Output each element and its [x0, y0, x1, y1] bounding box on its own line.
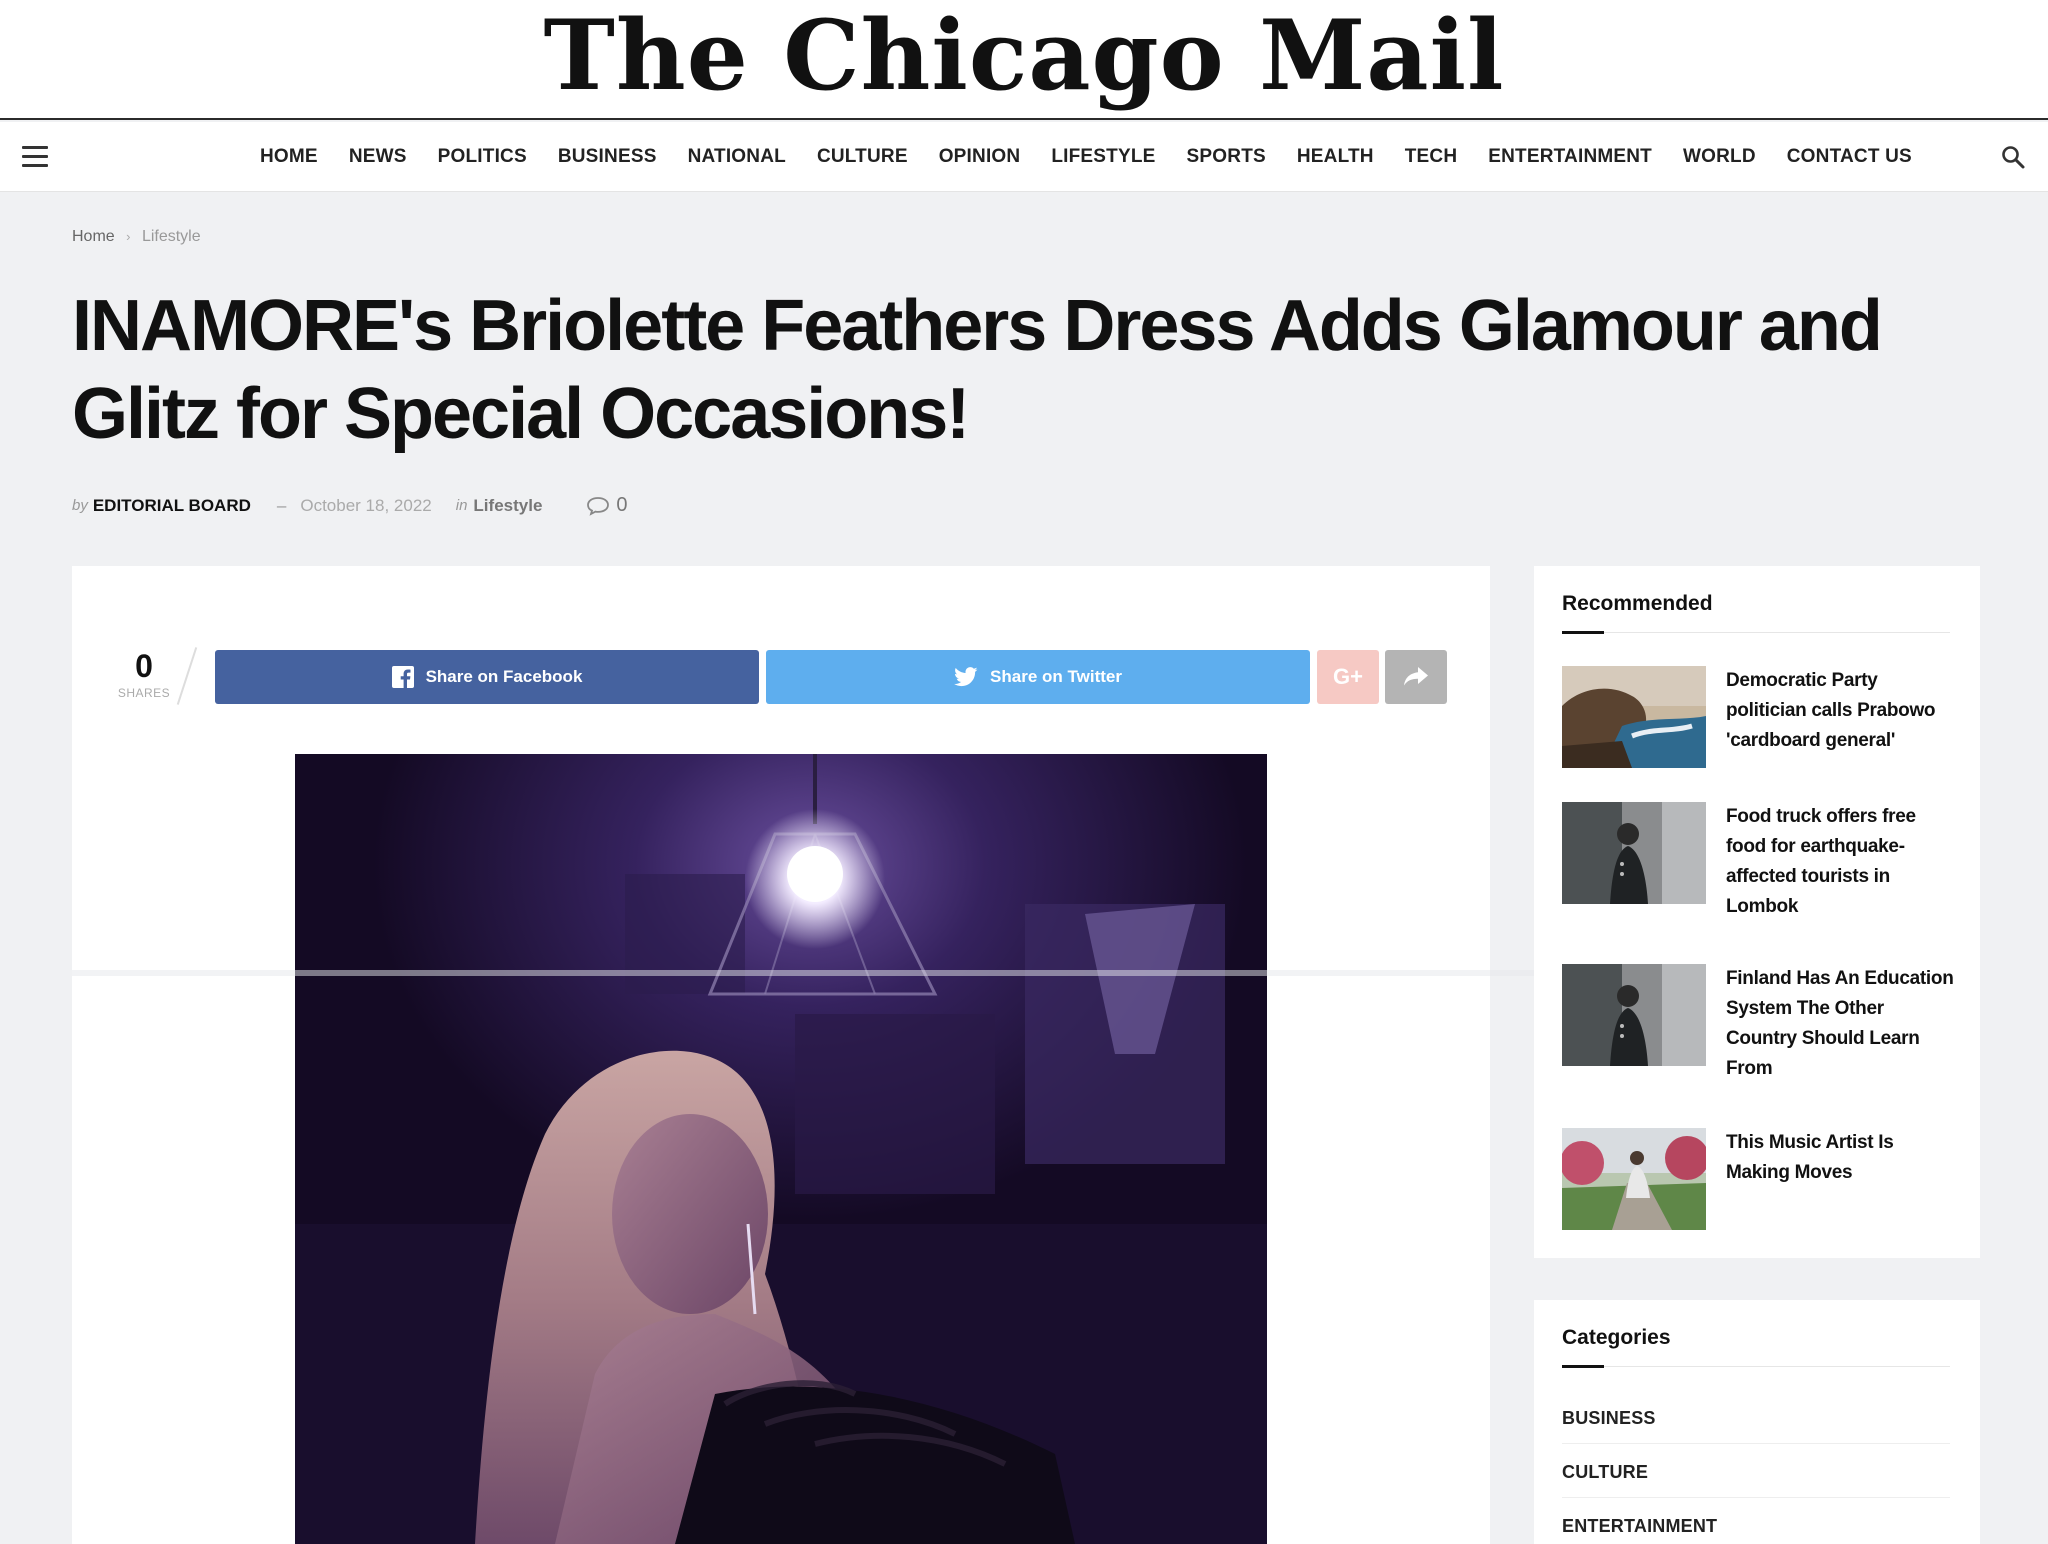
nav-item-opinion[interactable]: OPINION	[939, 146, 1021, 168]
nav-menu: HOME NEWS POLITICS BUSINESS NATIONAL CUL…	[260, 122, 1912, 192]
recommended-item-title[interactable]: Food truck offers free food for earthqua…	[1726, 802, 1954, 922]
twitter-icon	[954, 667, 978, 687]
nav-item-lifestyle[interactable]: LIFESTYLE	[1051, 146, 1155, 168]
nav-item-home[interactable]: HOME	[260, 146, 318, 168]
breadcrumb: Home › Lifestyle	[72, 228, 201, 246]
article-body: 0 SHARES Share on Facebook Share on Twit…	[72, 566, 1490, 1544]
coastal-rocks-thumbnail[interactable]	[1562, 666, 1706, 768]
recommended-widget: Recommended Democratic Party politician …	[1534, 566, 1980, 1258]
share-googleplus-button[interactable]: G+	[1317, 650, 1379, 704]
breadcrumb-home[interactable]: Home	[72, 228, 115, 245]
woman-on-path-thumbnail[interactable]	[1562, 1128, 1706, 1230]
widget-divider	[1562, 1365, 1950, 1368]
share-twitter-label: Share on Twitter	[990, 667, 1122, 686]
recommended-title: Recommended	[1562, 592, 1713, 615]
recommended-item-title[interactable]: Finland Has An Education System The Othe…	[1726, 964, 1954, 1084]
author-link[interactable]: EDITORIAL BOARD	[93, 496, 251, 516]
share-facebook-button[interactable]: Share on Facebook	[215, 650, 759, 704]
share-more-button[interactable]	[1385, 650, 1447, 704]
nav-item-tech[interactable]: TECH	[1405, 146, 1458, 168]
comments-link[interactable]: 0	[586, 494, 628, 517]
nav-item-entertainment[interactable]: ENTERTAINMENT	[1488, 146, 1652, 168]
recommended-item[interactable]: Food truck offers free food for earthqua…	[1562, 802, 1952, 917]
chevron-right-icon: ›	[126, 229, 131, 244]
share-facebook-label: Share on Facebook	[425, 667, 583, 686]
share-count-label: SHARES	[117, 686, 171, 700]
recommended-item[interactable]: Finland Has An Education System The Othe…	[1562, 964, 1954, 1079]
man-in-coat-thumbnail[interactable]	[1562, 802, 1706, 904]
meta-separator: –	[276, 495, 287, 515]
nav-item-contact-us[interactable]: CONTACT US	[1787, 146, 1912, 168]
share-divider	[176, 647, 198, 705]
nav-item-politics[interactable]: POLITICS	[438, 146, 527, 168]
by-label: by	[72, 497, 88, 514]
nav-item-health[interactable]: HEALTH	[1297, 146, 1374, 168]
article-meta: by EDITORIAL BOARD – October 18, 2022 in…	[72, 494, 628, 517]
category-item-business[interactable]: BUSINESS	[1562, 1408, 1950, 1444]
nav-item-national[interactable]: NATIONAL	[688, 146, 786, 168]
category-item-culture[interactable]: CULTURE	[1562, 1462, 1950, 1498]
nav-item-news[interactable]: NEWS	[349, 146, 407, 168]
recommended-item[interactable]: Democratic Party politician calls Prabow…	[1562, 666, 1952, 768]
nav-item-business[interactable]: BUSINESS	[558, 146, 657, 168]
share-twitter-button[interactable]: Share on Twitter	[766, 650, 1310, 704]
publish-date: October 18, 2022	[300, 495, 432, 515]
in-label: in	[455, 497, 468, 514]
comment-count: 0	[616, 494, 628, 516]
site-logo[interactable]: The Chicago Mail	[0, 0, 2048, 112]
share-count-number: 0	[135, 648, 153, 684]
nav-item-sports[interactable]: SPORTS	[1187, 146, 1266, 168]
widget-divider	[1562, 631, 1950, 634]
recommended-item[interactable]: This Music Artist Is Making Moves	[1562, 1128, 1952, 1230]
category-item-entertainment[interactable]: ENTERTAINMENT	[1562, 1516, 1950, 1544]
facebook-icon	[391, 666, 414, 688]
comment-icon	[587, 496, 610, 516]
search-icon[interactable]	[2000, 144, 2026, 170]
recommended-item-title[interactable]: Democratic Party politician calls Prabow…	[1726, 666, 1954, 756]
share-count: 0 SHARES	[112, 648, 176, 702]
article-hero-image	[295, 754, 1267, 1544]
article-title: INAMORE's Briolette Feathers Dress Adds …	[72, 286, 1883, 454]
categories-widget: Categories BUSINESS CULTURE ENTERTAINMEN…	[1534, 1300, 1980, 1544]
breadcrumb-current[interactable]: Lifestyle	[142, 228, 201, 245]
main-nav: HOME NEWS POLITICS BUSINESS NATIONAL CUL…	[0, 122, 2048, 192]
man-in-coat-thumbnail[interactable]	[1562, 964, 1706, 1066]
googleplus-icon: G+	[1333, 664, 1363, 689]
masthead: The Chicago Mail	[0, 0, 2048, 120]
recommended-item-title[interactable]: This Music Artist Is Making Moves	[1726, 1128, 1954, 1188]
categories-title: Categories	[1562, 1326, 1671, 1349]
share-arrow-icon	[1404, 667, 1428, 686]
category-link[interactable]: Lifestyle	[473, 496, 542, 516]
hamburger-icon[interactable]	[22, 146, 48, 168]
nav-item-world[interactable]: WORLD	[1683, 146, 1756, 168]
nav-item-culture[interactable]: CULTURE	[817, 146, 908, 168]
